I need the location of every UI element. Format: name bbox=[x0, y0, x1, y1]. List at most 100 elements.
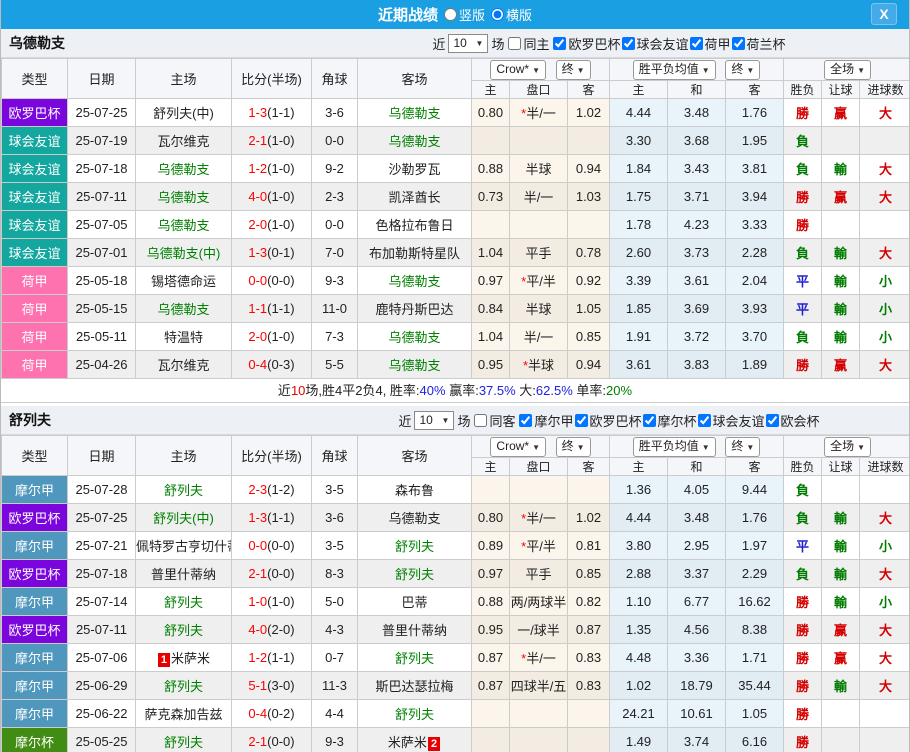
home-team-label: 萨克森加告兹 bbox=[144, 707, 222, 722]
avg-away: 3.94 bbox=[726, 183, 784, 211]
radio-vertical-layout[interactable]: 竖版 bbox=[444, 5, 485, 24]
match-type-badge: 球会友谊 bbox=[2, 155, 68, 183]
odds-source-select[interactable]: Crow*▼ bbox=[490, 437, 546, 457]
column-header-date: 日期 bbox=[68, 59, 136, 99]
league-filter-checkbox[interactable]: 欧罗巴杯 bbox=[552, 34, 620, 53]
avg-draw: 3.36 bbox=[668, 644, 726, 672]
league-filter-checkbox[interactable]: 球会友谊 bbox=[621, 34, 689, 53]
column-header-handicap: 盘口 bbox=[510, 81, 568, 99]
odds-group-header: Crow*▼ 终▼ bbox=[472, 59, 610, 81]
odds-home: 0.73 bbox=[472, 183, 510, 211]
same-venue-checkbox[interactable]: 同客 bbox=[473, 411, 515, 430]
home-team: 普里什蒂纳 bbox=[136, 560, 232, 588]
avg-home: 1.75 bbox=[610, 183, 668, 211]
league-filter-input[interactable] bbox=[643, 414, 656, 427]
result-goals bbox=[860, 476, 910, 504]
half-time-score: (1-0) bbox=[267, 329, 294, 344]
league-filter-checkbox[interactable]: 摩尔甲 bbox=[518, 411, 573, 430]
result-outcome: 勝 bbox=[784, 672, 822, 700]
recent-count-select[interactable]: 10▼ bbox=[414, 411, 454, 430]
match-score: 2-3(1-2) bbox=[232, 476, 312, 504]
match-row: 欧罗巴杯25-07-25舒列夫(中)1-3(1-1)3-6乌德勒支0.80*半/… bbox=[2, 99, 910, 127]
full-match-select[interactable]: 全场▼ bbox=[824, 60, 871, 80]
full-match-select[interactable]: 全场▼ bbox=[824, 437, 871, 457]
odds-away: 0.87 bbox=[568, 616, 610, 644]
league-filter-checkbox[interactable]: 荷兰杯 bbox=[731, 34, 786, 53]
league-filter-input[interactable] bbox=[575, 414, 588, 427]
home-team-label: 瓦尔维克 bbox=[157, 134, 209, 149]
result-handicap: 赢 bbox=[822, 183, 860, 211]
summary-part: 37.5% bbox=[479, 383, 516, 398]
odds-handicap: *平/半 bbox=[510, 267, 568, 295]
same-venue-input[interactable] bbox=[508, 37, 521, 50]
league-filter-input[interactable] bbox=[690, 37, 703, 50]
match-type-badge: 摩尔甲 bbox=[2, 588, 68, 616]
full-time-score: 2-0 bbox=[248, 217, 267, 232]
league-filter-label: 球会友谊 bbox=[637, 34, 689, 53]
match-row: 球会友谊25-07-18乌德勒支1-2(1-0)9-2沙勒罗瓦0.88半球0.9… bbox=[2, 155, 910, 183]
away-team: 舒列夫 bbox=[358, 644, 472, 672]
avg-draw: 3.68 bbox=[668, 127, 726, 155]
avg-odds-select[interactable]: 胜平负均值▼ bbox=[633, 437, 716, 457]
odds-final-select[interactable]: 终▼ bbox=[556, 437, 591, 457]
league-filter-checkbox[interactable]: 摩尔杯 bbox=[642, 411, 697, 430]
away-team: 布加勒斯特星队 bbox=[358, 239, 472, 267]
league-filter-input[interactable] bbox=[766, 414, 779, 427]
result-outcome: 平 bbox=[784, 267, 822, 295]
full-time-score: 0-4 bbox=[248, 357, 267, 372]
recent-results-dialog: 近期战绩 竖版 横版 X 乌德勒支 近 10▼ 场 同主 欧 bbox=[0, 0, 910, 752]
match-type-badge: 球会友谊 bbox=[2, 211, 68, 239]
half-time-score: (1-0) bbox=[267, 189, 294, 204]
result-outcome: 平 bbox=[784, 295, 822, 323]
odds-final-select[interactable]: 终▼ bbox=[556, 60, 591, 80]
column-header-handicap: 盘口 bbox=[510, 458, 568, 476]
result-goals: 大 bbox=[860, 560, 910, 588]
recent-count-select[interactable]: 10▼ bbox=[448, 34, 488, 53]
corner-score: 3-5 bbox=[312, 532, 358, 560]
home-team: 舒列夫 bbox=[136, 672, 232, 700]
avg-draw: 3.61 bbox=[668, 267, 726, 295]
league-filter-checkbox[interactable]: 荷甲 bbox=[689, 34, 731, 53]
match-row: 球会友谊25-07-19瓦尔维克2-1(1-0)0-0乌德勒支3.303.681… bbox=[2, 127, 910, 155]
summary-part: 赢率: bbox=[446, 383, 479, 398]
result-handicap: 輸 bbox=[822, 295, 860, 323]
close-button[interactable]: X bbox=[871, 3, 897, 25]
league-filter-input[interactable] bbox=[553, 37, 566, 50]
avg-final-select[interactable]: 终▼ bbox=[725, 60, 760, 80]
league-filter-input[interactable] bbox=[622, 37, 635, 50]
away-team-label: 乌德勒支 bbox=[388, 274, 440, 289]
league-filter-input[interactable] bbox=[732, 37, 745, 50]
away-team: 沙勒罗瓦 bbox=[358, 155, 472, 183]
avg-odds-select[interactable]: 胜平负均值▼ bbox=[633, 60, 716, 80]
odds-away: 0.94 bbox=[568, 351, 610, 379]
league-filter-label: 摩尔杯 bbox=[658, 411, 697, 430]
league-filter-checkbox[interactable]: 球会友谊 bbox=[697, 411, 765, 430]
match-date: 25-06-22 bbox=[68, 700, 136, 728]
column-header-odds-away: 客 bbox=[568, 81, 610, 99]
same-venue-checkbox[interactable]: 同主 bbox=[507, 34, 549, 53]
column-header-odds-away: 客 bbox=[568, 458, 610, 476]
avg-final-select[interactable]: 终▼ bbox=[725, 437, 760, 457]
league-filter-input[interactable] bbox=[698, 414, 711, 427]
match-row: 欧罗巴杯25-07-11舒列夫4-0(2-0)4-3普里什蒂纳0.95一/球半0… bbox=[2, 616, 910, 644]
radio-vertical-input[interactable] bbox=[444, 8, 457, 21]
full-time-score: 1-2 bbox=[248, 650, 267, 665]
odds-source-select[interactable]: Crow*▼ bbox=[490, 60, 546, 80]
radio-horizontal-input[interactable] bbox=[491, 8, 504, 21]
odds-away: 0.82 bbox=[568, 588, 610, 616]
league-filter-checkbox[interactable]: 欧会杯 bbox=[765, 411, 820, 430]
league-filter-checkbox[interactable]: 欧罗巴杯 bbox=[574, 411, 642, 430]
away-team-label: 舒列夫 bbox=[395, 567, 434, 582]
same-venue-input[interactable] bbox=[474, 414, 487, 427]
league-filter-input[interactable] bbox=[519, 414, 532, 427]
away-team-label: 鹿特丹斯巴达 bbox=[375, 302, 453, 317]
match-type-badge: 荷甲 bbox=[2, 295, 68, 323]
rank-badge: 2 bbox=[428, 737, 440, 751]
table-body: 欧罗巴杯25-07-25舒列夫(中)1-3(1-1)3-6乌德勒支0.80*半/… bbox=[2, 99, 910, 379]
avg-home: 1.02 bbox=[610, 672, 668, 700]
home-team: 舒列夫(中) bbox=[136, 504, 232, 532]
summary-part: 62.5% bbox=[536, 383, 573, 398]
match-date: 25-05-11 bbox=[68, 323, 136, 351]
odds-handicap: 四球半/五 bbox=[510, 672, 568, 700]
radio-horizontal-layout[interactable]: 横版 bbox=[491, 5, 532, 24]
